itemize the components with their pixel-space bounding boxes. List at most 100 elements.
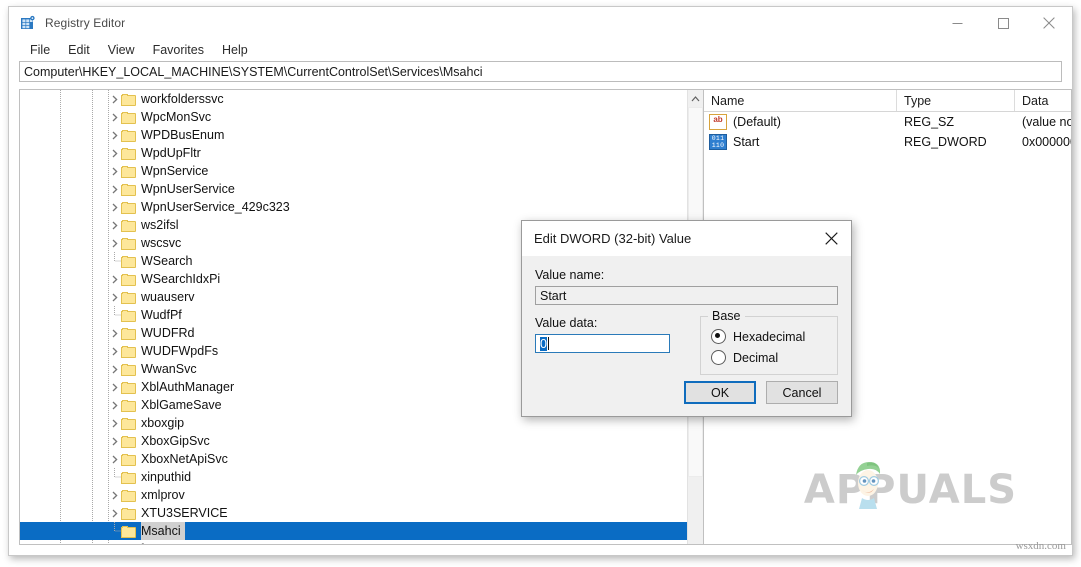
chevron-right-icon[interactable]	[108, 414, 121, 432]
list-header: Name Type Data	[704, 90, 1071, 112]
base-legend: Base	[708, 309, 745, 323]
chevron-right-icon[interactable]	[108, 180, 121, 198]
cell-name: 011 110 Start	[704, 134, 897, 150]
chevron-right-icon[interactable]	[108, 378, 121, 396]
folder-icon	[121, 219, 136, 232]
tree-item-label: WpcMonSvc	[141, 110, 212, 124]
ok-button[interactable]: OK	[684, 381, 756, 404]
menu-item-view[interactable]: View	[99, 42, 144, 58]
dialog-close-button[interactable]	[811, 221, 851, 256]
list-rows: ab (Default) REG_SZ (value no 011 110 Start REG…	[704, 112, 1071, 152]
chevron-right-icon[interactable]	[108, 198, 121, 216]
column-header-name[interactable]: Name	[704, 90, 897, 111]
folder-icon	[121, 309, 136, 322]
tree-item[interactable]: Msahci	[20, 522, 687, 540]
tree-item[interactable]: WPDBusEnum	[20, 126, 687, 144]
chevron-right-icon[interactable]	[108, 234, 121, 252]
tree-item[interactable]: WpnService	[20, 162, 687, 180]
tree-item-label: xboxgip	[141, 416, 185, 430]
tree-item[interactable]: Software	[20, 540, 687, 544]
folder-icon	[121, 129, 136, 142]
tree-item[interactable]: XboxNetApiSvc	[20, 450, 687, 468]
chevron-right-icon[interactable]	[92, 540, 105, 544]
chevron-right-icon[interactable]	[108, 396, 121, 414]
tree-item[interactable]: WpnUserService_429c323	[20, 198, 687, 216]
column-header-data[interactable]: Data	[1015, 90, 1071, 111]
folder-icon	[121, 507, 136, 520]
source-credit: wsxdn.com	[1015, 540, 1066, 552]
dialog-body: Value name: Start Value data: 0 Base Hex…	[522, 256, 851, 375]
menu-item-help[interactable]: Help	[213, 42, 257, 58]
radio-hexadecimal[interactable]: Hexadecimal	[711, 326, 827, 347]
tree-item-label: WpdUpFltr	[141, 146, 201, 160]
tree-item-label: XblGameSave	[141, 398, 222, 412]
cell-type: REG_SZ	[904, 115, 955, 129]
appuals-watermark: APPUALS	[804, 462, 1017, 513]
tree-item-label: ws2ifsl	[141, 218, 179, 232]
chevron-right-icon[interactable]	[108, 324, 121, 342]
tree-item-label: Msahci	[141, 522, 185, 540]
tree-item[interactable]: WpcMonSvc	[20, 108, 687, 126]
cell-name: ab (Default)	[704, 114, 897, 130]
tree-item[interactable]: xinputhid	[20, 468, 687, 486]
menu-item-favorites[interactable]: Favorites	[144, 42, 213, 58]
chevron-right-icon[interactable]	[108, 432, 121, 450]
folder-icon	[121, 291, 136, 304]
chevron-right-icon[interactable]	[108, 270, 121, 288]
maximize-button[interactable]	[980, 7, 1026, 39]
folder-icon	[121, 255, 136, 268]
folder-icon	[121, 237, 136, 250]
chevron-right-icon[interactable]	[108, 450, 121, 468]
table-row[interactable]: ab (Default) REG_SZ (value no	[704, 112, 1071, 132]
tree-item[interactable]: workfolderssvc	[20, 90, 687, 108]
tree-item-label: WSearch	[141, 254, 193, 268]
menu-item-file[interactable]: File	[21, 42, 59, 58]
menu-item-edit[interactable]: Edit	[59, 42, 99, 58]
tree-item-label: workfolderssvc	[141, 92, 224, 106]
tree-item[interactable]: WpnUserService	[20, 180, 687, 198]
table-row[interactable]: 011110 Start REG_DWORD 0x0000000	[704, 132, 1071, 152]
value-name-label: Value name:	[535, 268, 605, 282]
chevron-right-icon[interactable]	[108, 360, 121, 378]
cell-name-text: (Default)	[733, 115, 781, 129]
tree-item-label: WPDBusEnum	[141, 128, 225, 142]
minimize-button[interactable]	[934, 7, 980, 39]
chevron-right-icon[interactable]	[108, 144, 121, 162]
column-header-type[interactable]: Type	[897, 90, 1015, 111]
radio-decimal[interactable]: Decimal	[711, 347, 827, 368]
chevron-right-icon[interactable]	[108, 342, 121, 360]
chevron-right-icon[interactable]	[108, 288, 121, 306]
folder-icon	[121, 399, 136, 412]
radio-dot-decimal	[711, 350, 726, 365]
edit-dword-dialog: Edit DWORD (32-bit) Value Value name: St…	[521, 220, 852, 417]
chevron-right-icon[interactable]	[108, 504, 121, 522]
title-bar: Registry Editor	[9, 7, 1072, 39]
chevron-right-icon[interactable]	[108, 216, 121, 234]
value-data-field[interactable]: 0	[535, 334, 670, 353]
close-button[interactable]	[1026, 7, 1072, 39]
folder-icon	[121, 363, 136, 376]
chevron-right-icon[interactable]	[108, 90, 121, 108]
tree-item-label: WSearchIdxPi	[141, 272, 221, 286]
chevron-right-icon[interactable]	[108, 162, 121, 180]
tree-item-label: WpnUserService	[141, 182, 235, 196]
chevron-right-icon[interactable]	[108, 486, 121, 504]
address-bar[interactable]: Computer\HKEY_LOCAL_MACHINE\SYSTEM\Curre…	[19, 61, 1062, 82]
tree-item-label: WwanSvc	[141, 362, 197, 376]
tree-item-label: WUDFRd	[141, 326, 195, 340]
tree-item[interactable]: WpdUpFltr	[20, 144, 687, 162]
tree-item[interactable]: XTU3SERVICE	[20, 504, 687, 522]
scroll-up-icon[interactable]	[688, 90, 703, 107]
tree-item[interactable]: xmlprov	[20, 486, 687, 504]
tree-item-label: XboxNetApiSvc	[141, 452, 228, 466]
tree-item-label: WUDFWpdFs	[141, 344, 219, 358]
value-name-field[interactable]: Start	[535, 286, 838, 305]
tree-item[interactable]: XboxGipSvc	[20, 432, 687, 450]
tree-item-label: wscsvc	[141, 236, 182, 250]
chevron-right-icon[interactable]	[108, 126, 121, 144]
mascot-icon	[855, 462, 880, 509]
chevron-right-icon[interactable]	[108, 108, 121, 126]
tree-item-label: WudfPf	[141, 308, 182, 322]
cancel-button[interactable]: Cancel	[766, 381, 838, 404]
tree-item-label: xmlprov	[141, 488, 185, 502]
